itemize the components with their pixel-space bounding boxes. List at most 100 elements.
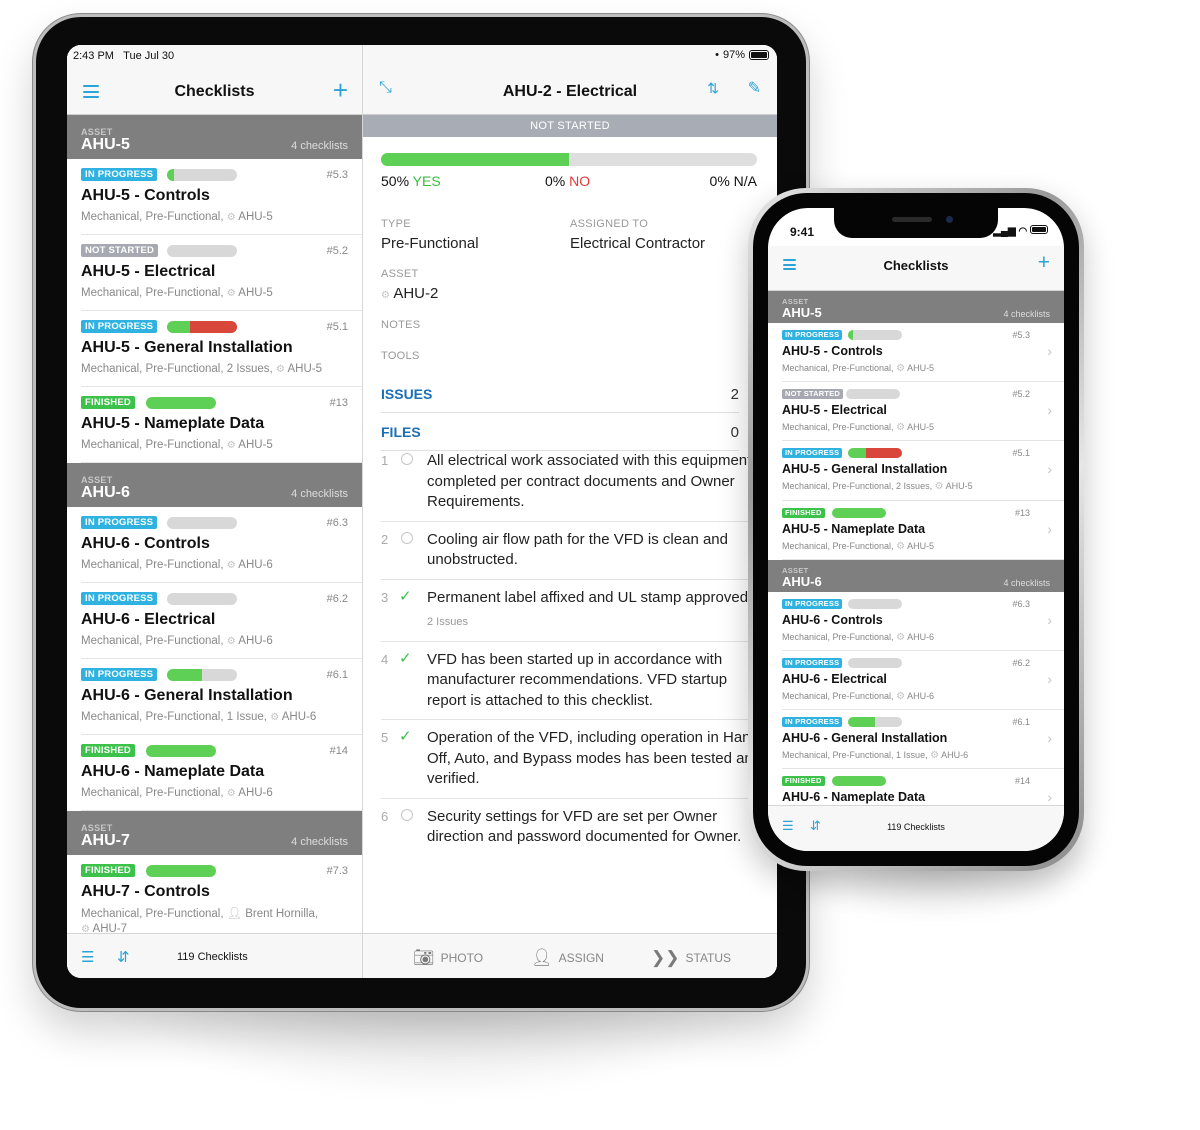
files-count: 0 xyxy=(730,424,739,441)
checkmark-icon[interactable]: ✓ xyxy=(399,649,412,667)
asset-label: ASSET xyxy=(381,268,419,280)
checklist-number: #6.3 xyxy=(1012,598,1030,609)
asset-name: AHU-5 xyxy=(81,136,130,153)
checklist-name: AHU-5 - Nameplate Data xyxy=(782,521,926,536)
checklist-meta: Mechanical, Pre-Functional, ⚙ AHU-6 xyxy=(81,635,273,647)
empty-circle-icon[interactable] xyxy=(401,808,413,821)
status-button[interactable]: ❯❯ STATUS xyxy=(651,948,731,968)
checklist-list-item[interactable]: IN PROGRESS #6.3 AHU-6 - Controls Mechan… xyxy=(782,592,1064,651)
reorder-icon[interactable]: ⇅ xyxy=(707,80,719,97)
gear-icon: ⚙ xyxy=(226,788,236,799)
tools-label[interactable]: TOOLS xyxy=(381,350,420,362)
empty-circle-icon[interactable] xyxy=(401,531,413,544)
checklist-meta: Mechanical, Pre-Functional, ⚙ AHU-5 xyxy=(782,540,935,552)
line-issues[interactable]: 2 Issues xyxy=(427,612,767,633)
asset-checklist-count: 4 checklists xyxy=(291,836,348,848)
checklist-meta: Mechanical, Pre-Functional, ⚙ AHU-6 xyxy=(81,787,273,799)
status-badge: IN PROGRESS xyxy=(81,168,158,181)
photo-button[interactable]: 📷︎ PHOTO xyxy=(413,948,483,968)
asset-group-header: ASSET AHU-7 4 checklists xyxy=(67,811,362,855)
type-value: Pre-Functional xyxy=(381,235,479,252)
checklist-list-item[interactable]: FINISHED #7.3 AHU-7 - Controls Mechanica… xyxy=(81,855,362,933)
checklist-meta: Mechanical, Pre-Functional, ⚙ AHU-5 xyxy=(81,287,273,299)
master-footer: ☰ ⇵ 119 Checklists xyxy=(67,933,362,978)
checklist-list-item[interactable]: IN PROGRESS #5.1 AHU-5 - General Install… xyxy=(782,441,1064,501)
item-progress-bar xyxy=(167,321,237,333)
checklist-number: #13 xyxy=(1014,507,1030,518)
status-time: 2:43 PM Tue Jul 30 xyxy=(73,50,175,62)
checklist-list[interactable]: ASSET AHU-5 4 checklists IN PROGRESS #5.3… xyxy=(67,115,362,933)
checklist-list-item[interactable]: IN PROGRESS #5.1 AHU-5 - General Install… xyxy=(81,311,362,387)
checklist-name: AHU-6 - General Installation xyxy=(782,731,948,746)
assign-button[interactable]: 👤︎ ASSIGN xyxy=(531,948,604,968)
sort-icon[interactable]: ⇵ xyxy=(117,948,130,966)
checklists-master-pane: Checklists + ASSET AHU-5 4 checklists IN … xyxy=(67,45,363,978)
checklist-number: #5.3 xyxy=(1012,330,1030,340)
checklist-line-item[interactable]: 6 Security settings for VFD are set per … xyxy=(381,799,777,856)
checklist-line-item[interactable]: 2 Cooling air flow path for the VFD is c… xyxy=(381,522,777,580)
checklist-list-item[interactable]: IN PROGRESS #6.3 AHU-6 - Controls Mechan… xyxy=(81,507,362,583)
checklist-list-item[interactable]: IN PROGRESS #5.3 AHU-5 - Controls Mechan… xyxy=(81,159,362,235)
checklist-list-item[interactable]: NOT STARTED #5.2 AHU-5 - Electrical Mech… xyxy=(81,235,362,311)
ipad-status-bar: 2:43 PM Tue Jul 30 • 97% xyxy=(67,45,777,65)
status-badge: FINISHED xyxy=(81,396,135,409)
checklist-list-item[interactable]: IN PROGRESS #5.3 AHU-5 - Controls Mechan… xyxy=(782,323,1064,383)
chevron-right-icon: › xyxy=(1047,611,1052,628)
empty-circle-icon[interactable] xyxy=(401,453,413,465)
iphone-checklist-list[interactable]: ASSET AHU-5 4 checklists IN PROGRESS #5.3… xyxy=(768,291,1064,805)
asset-name: AHU-5 xyxy=(782,305,822,320)
line-text: VFD has been started up in accordance wi… xyxy=(427,650,728,709)
iphone-status-time: 9:41 xyxy=(790,225,815,239)
checklist-meta: Mechanical, Pre-Functional, ⚙ AHU-5 xyxy=(81,439,273,451)
detail-toolbar: 📷︎ PHOTO 👤︎ ASSIGN ❯❯ STATUS xyxy=(363,933,777,978)
gear-icon: ⚙ xyxy=(896,422,906,434)
gear-icon: ⚙ xyxy=(896,540,906,552)
line-text: All electrical work associated with this… xyxy=(427,452,767,510)
checklist-list-item[interactable]: NOT STARTED #5.2 AHU-5 - Electrical Mech… xyxy=(782,382,1064,442)
line-text: Security settings for VFD are set per Ow… xyxy=(427,807,742,846)
checkmark-icon[interactable]: ✓ xyxy=(399,727,412,745)
filter-sliders-icon[interactable]: ☰ xyxy=(81,948,94,966)
checklist-line-item[interactable]: 5 ✓ Operation of the VFD, including oper… xyxy=(381,720,777,799)
plus-icon[interactable]: + xyxy=(333,77,348,103)
checklist-list-item[interactable]: IN PROGRESS #6.1 AHU-6 - General Install… xyxy=(782,710,1064,770)
gear-icon: ⚙ xyxy=(226,636,236,647)
plus-icon[interactable]: + xyxy=(1038,252,1050,273)
checklist-list-item[interactable]: IN PROGRESS #6.2 AHU-6 - Electrical Mech… xyxy=(81,583,362,659)
gear-icon: ⚙ xyxy=(226,288,236,299)
no-stat: 0% NO xyxy=(545,173,591,189)
checklist-name: AHU-5 - Electrical xyxy=(81,263,216,280)
item-progress-bar xyxy=(167,593,237,605)
checklist-number: #7.3 xyxy=(326,865,348,877)
checklist-line-item[interactable]: 4 ✓ VFD has been started up in accordanc… xyxy=(381,642,777,720)
checklist-line-item[interactable]: 3 ✓ Permanent label affixed and UL stamp… xyxy=(381,580,777,642)
pencil-icon[interactable]: ✎ xyxy=(748,78,761,98)
item-progress-bar xyxy=(848,448,902,459)
na-stat: 0% N/A xyxy=(709,173,757,189)
chevron-right-icon: › xyxy=(1047,520,1052,537)
status-band[interactable]: NOT STARTED xyxy=(363,115,777,137)
person-icon: 👤︎ xyxy=(531,948,553,967)
checklist-name: AHU-5 - Nameplate Data xyxy=(81,415,265,432)
chevron-right-icon: › xyxy=(1047,789,1052,805)
checklist-list-item[interactable]: FINISHED #14 AHU-6 - Nameplate Data Mech… xyxy=(81,735,362,811)
checklist-list-item[interactable]: FINISHED #14 AHU-6 - Nameplate Data Mech… xyxy=(782,769,1064,805)
iphone-device: 9:41 ▂▄▆ ◠ Checklists + ASSET AHU-5 4 ch… xyxy=(748,188,1084,871)
checklist-list-item[interactable]: IN PROGRESS #6.2 AHU-6 - Electrical Mech… xyxy=(782,651,1064,711)
issues-section[interactable]: ISSUES 2 xyxy=(381,375,739,413)
battery-percent: 97% xyxy=(722,49,745,61)
checkmark-icon[interactable]: ✓ xyxy=(399,587,412,605)
checklist-number: #6.1 xyxy=(1012,717,1030,728)
checklist-list-item[interactable]: IN PROGRESS #6.1 AHU-6 - General Install… xyxy=(81,659,362,735)
asset-value[interactable]: ⚙ AHU-2 xyxy=(381,285,438,302)
status-badge: FINISHED xyxy=(782,776,825,787)
status-badge: FINISHED xyxy=(81,744,135,757)
assigned-value[interactable]: Electrical Contractor xyxy=(570,235,705,252)
status-badge: NOT STARTED xyxy=(81,244,159,257)
notes-label[interactable]: NOTES xyxy=(381,319,420,331)
checklist-meta: Mechanical, Pre-Functional, 👤︎ Brent Hor… xyxy=(81,906,319,933)
checklist-name: AHU-6 - Electrical xyxy=(782,671,887,686)
checklist-line-item[interactable]: 1 All electrical work associated with th… xyxy=(381,443,777,522)
checklist-list-item[interactable]: FINISHED #13 AHU-5 - Nameplate Data Mech… xyxy=(81,387,362,463)
checklist-list-item[interactable]: FINISHED #13 AHU-5 - Nameplate Data Mech… xyxy=(782,501,1064,560)
